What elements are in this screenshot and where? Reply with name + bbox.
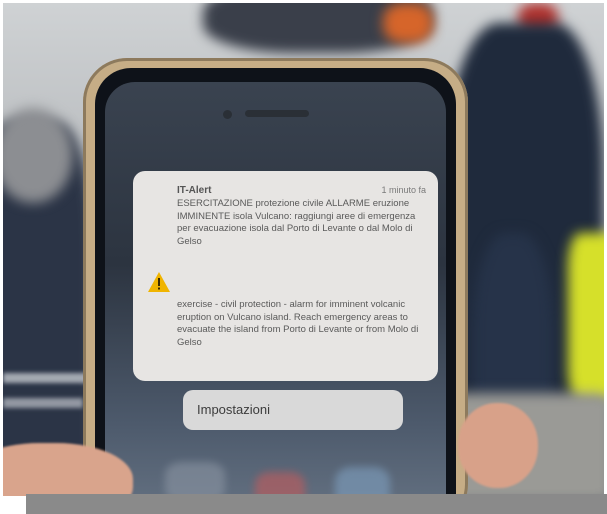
background-left-badge-text [3, 373, 93, 383]
earpiece-speaker [245, 110, 309, 117]
screen-blurred-app [255, 472, 305, 496]
phone-bezel: IT-Alert 1 minuto fa ESERCITAZIONE prote… [95, 68, 456, 496]
alert-message-italian: ESERCITAZIONE protezione civile ALLARME … [177, 198, 416, 247]
emergency-alert-notification[interactable]: IT-Alert 1 minuto fa ESERCITAZIONE prote… [133, 171, 438, 381]
front-camera [223, 110, 232, 119]
right-thumb [458, 403, 538, 488]
alert-message-english: exercise - civil protection - alarm for … [177, 299, 419, 348]
background-left-badge-text [3, 398, 83, 408]
caption-bar [26, 494, 607, 514]
smartphone: IT-Alert 1 minuto fa ESERCITAZIONE prote… [83, 58, 468, 496]
screen-blurred-app [165, 462, 225, 496]
settings-button[interactable]: Impostazioni [183, 390, 403, 430]
alert-app-name: IT-Alert [177, 185, 212, 196]
background-yellow-vest [568, 233, 604, 403]
screen-blurred-app [335, 467, 390, 496]
alert-timestamp: 1 minuto fa [381, 185, 426, 195]
warning-icon [148, 272, 170, 292]
background-orange-vest [383, 3, 433, 43]
photo-scene: IT-Alert 1 minuto fa ESERCITAZIONE prote… [3, 3, 604, 496]
